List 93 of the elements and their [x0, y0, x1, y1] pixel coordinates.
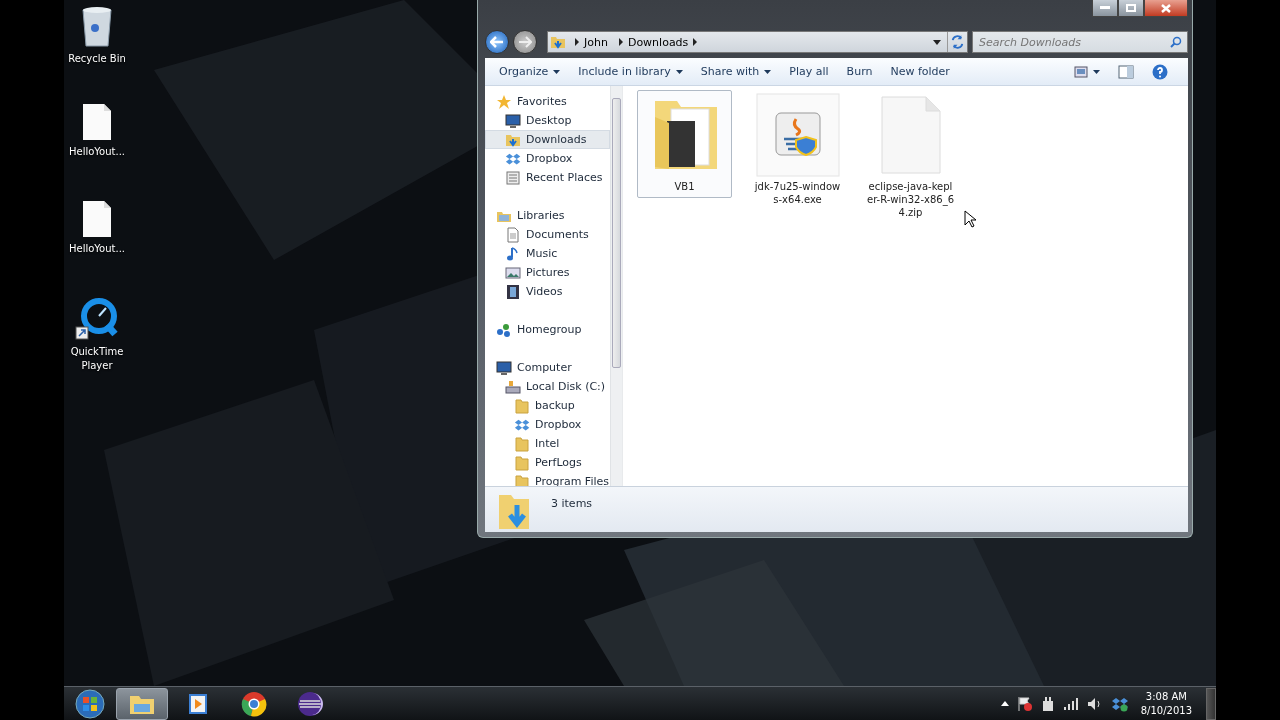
power-plug-icon — [1040, 695, 1055, 712]
drive-icon — [505, 378, 521, 395]
monitor-icon — [505, 112, 521, 129]
document-icon — [505, 226, 521, 243]
forward-arrow-icon — [518, 36, 532, 48]
file-item[interactable]: jdk-7u25-windows-x64.exe — [750, 90, 845, 211]
nav-item[interactable]: Recent Places — [485, 168, 610, 187]
icon-label: QuickTime Player — [69, 345, 125, 373]
file-icon — [82, 103, 112, 141]
search-field[interactable]: Search Downloads — [972, 31, 1188, 53]
minimize-icon — [1100, 6, 1110, 10]
monitor-icon — [496, 359, 512, 376]
start-button[interactable] — [72, 687, 108, 720]
cursor-icon — [964, 210, 976, 228]
scrollbar[interactable] — [610, 86, 622, 486]
show-hidden-icons-icon — [1000, 701, 1009, 706]
clock-date: 8/10/2013 — [1140, 703, 1192, 718]
icon-label: HelloYout... — [67, 145, 126, 159]
back-arrow-icon — [490, 36, 504, 48]
nav-item[interactable]: Documents — [485, 225, 610, 244]
caret-icon — [764, 69, 772, 74]
toolbar-button[interactable]: Organize — [493, 65, 573, 78]
quicktime-icon — [75, 297, 119, 341]
nav-item[interactable]: Dropbox — [485, 149, 610, 168]
nav-item[interactable]: Favorites — [485, 92, 610, 111]
nav-item[interactable]: Dropbox — [485, 415, 610, 434]
icon-label: HelloYout... — [67, 242, 126, 256]
address-bar[interactable]: John Downloads — [547, 31, 968, 53]
file-icon — [82, 200, 112, 238]
chevron-icon — [574, 38, 580, 46]
forward-button[interactable] — [513, 30, 537, 54]
icon-label: Recycle Bin — [67, 52, 127, 66]
nav-item[interactable]: Computer — [485, 358, 610, 377]
folder-icon — [514, 454, 530, 471]
nav-item[interactable]: Desktop — [485, 111, 610, 130]
close-icon — [1161, 3, 1171, 13]
help-icon — [1152, 63, 1168, 80]
file-item[interactable]: eclipse-java-kepler-R-win32-x86_64.zip — [863, 90, 958, 224]
nav-item[interactable]: PerfLogs — [485, 453, 610, 472]
download-folder-icon — [550, 34, 566, 50]
nav-item[interactable]: Libraries — [485, 206, 610, 225]
start-orb-icon — [75, 688, 105, 719]
signal-bars-icon — [1062, 696, 1079, 711]
nav-item[interactable]: backup — [485, 396, 610, 415]
toolbar-button[interactable]: Play all — [783, 65, 841, 78]
nav-item[interactable]: Local Disk (C:) — [485, 377, 610, 396]
chevron-icon — [617, 38, 624, 46]
nav-item[interactable]: Intel — [485, 434, 610, 453]
item-count: 3 items — [551, 497, 593, 510]
breadcrumb[interactable]: John — [580, 35, 612, 49]
close-button[interactable] — [1144, 0, 1188, 17]
toolbar-button[interactable]: Include in library — [572, 65, 695, 78]
search-icon — [1170, 36, 1182, 48]
nav-item[interactable]: Homegroup — [485, 320, 610, 339]
clock-time: 3:08 AM — [1145, 689, 1187, 704]
music-note-icon — [505, 245, 521, 262]
eclipse-icon — [297, 690, 323, 717]
nav-item[interactable]: Videos — [485, 282, 610, 301]
picture-icon — [505, 264, 521, 281]
caret-icon — [1093, 69, 1100, 74]
maximize-button[interactable] — [1118, 0, 1144, 17]
nav-item[interactable]: Pictures — [485, 263, 610, 282]
homegroup-icon — [496, 321, 512, 338]
dropbox-icon — [1110, 695, 1129, 712]
taskbar-app[interactable] — [116, 687, 168, 720]
speaker-icon — [1086, 696, 1103, 711]
chevron-icon — [692, 38, 699, 46]
media-player-icon — [187, 691, 209, 716]
file-icon — [879, 95, 942, 175]
preview-pane-icon — [1118, 64, 1134, 79]
film-icon — [505, 283, 521, 300]
toolbar-button[interactable]: Share with — [694, 65, 784, 78]
nav-item[interactable]: Downloads — [485, 130, 610, 149]
maximize-icon — [1126, 4, 1136, 12]
dropdown-icon — [933, 39, 941, 45]
toolbar-button[interactable]: New folder — [884, 65, 962, 78]
caret-icon — [553, 69, 561, 74]
view-icon — [1074, 65, 1088, 78]
action-center-flag-icon — [1016, 695, 1033, 712]
recent-places-icon — [505, 169, 521, 186]
breadcrumb[interactable]: Downloads — [623, 35, 693, 49]
nav-item[interactable]: Music — [485, 244, 610, 263]
file-item[interactable]: VB1 — [637, 90, 732, 198]
chrome-icon — [241, 690, 267, 717]
folder-icon — [514, 397, 530, 414]
star-icon — [496, 93, 512, 110]
minimize-button[interactable] — [1092, 0, 1118, 17]
toolbar-button[interactable]: Burn — [840, 65, 885, 78]
folder-icon — [514, 435, 530, 452]
caret-icon — [675, 69, 683, 74]
java-installer-icon — [755, 93, 840, 177]
back-button[interactable] — [485, 30, 509, 54]
recycle-bin-icon — [80, 6, 114, 48]
